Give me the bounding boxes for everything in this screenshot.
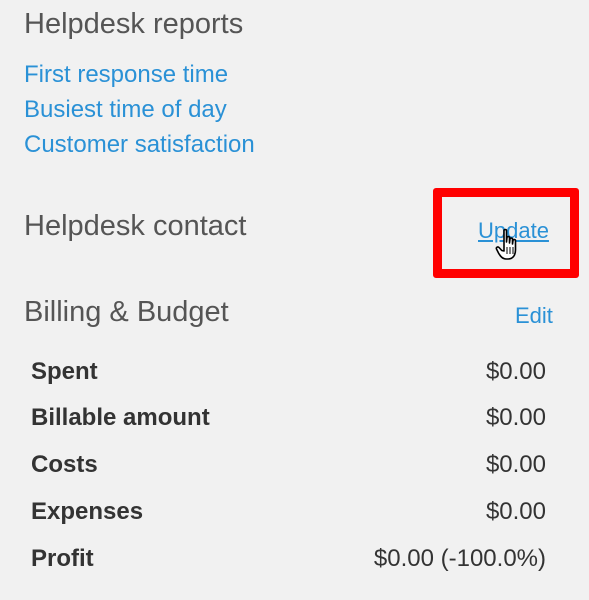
budget-row-spent: Spent $0.00 — [31, 358, 546, 388]
budget-label: Profit — [31, 545, 94, 572]
budget-value: $0.00 — [485, 498, 546, 525]
budget-label: Spent — [31, 358, 98, 385]
budget-value: $0.00 — [485, 404, 546, 431]
budget-value: $0.00 — [485, 358, 546, 385]
helpdesk-contact-title: Helpdesk contact — [24, 210, 247, 242]
budget-value: $0.00 — [485, 451, 546, 478]
customer-satisfaction-link[interactable]: Customer satisfaction — [24, 131, 255, 159]
billing-budget-title: Billing & Budget — [24, 296, 229, 328]
budget-value: $0.00 (-100.0%) — [373, 545, 546, 572]
budget-label: Costs — [31, 451, 98, 478]
budget-row-billable-amount: Billable amount $0.00 — [31, 404, 546, 434]
budget-label: Billable amount — [31, 404, 210, 431]
budget-row-profit: Profit $0.00 (-100.0%) — [31, 545, 546, 575]
helpdesk-reports-title: Helpdesk reports — [24, 8, 244, 40]
hand-pointer-icon — [495, 228, 525, 262]
busiest-time-of-day-link[interactable]: Busiest time of day — [24, 96, 227, 124]
budget-row-costs: Costs $0.00 — [31, 451, 546, 481]
first-response-time-link[interactable]: First response time — [24, 61, 228, 89]
sidebar-panel: Helpdesk reports First response time Bus… — [0, 0, 589, 600]
edit-link[interactable]: Edit — [515, 303, 553, 329]
budget-label: Expenses — [31, 498, 144, 525]
budget-row-expenses: Expenses $0.00 — [31, 498, 546, 528]
